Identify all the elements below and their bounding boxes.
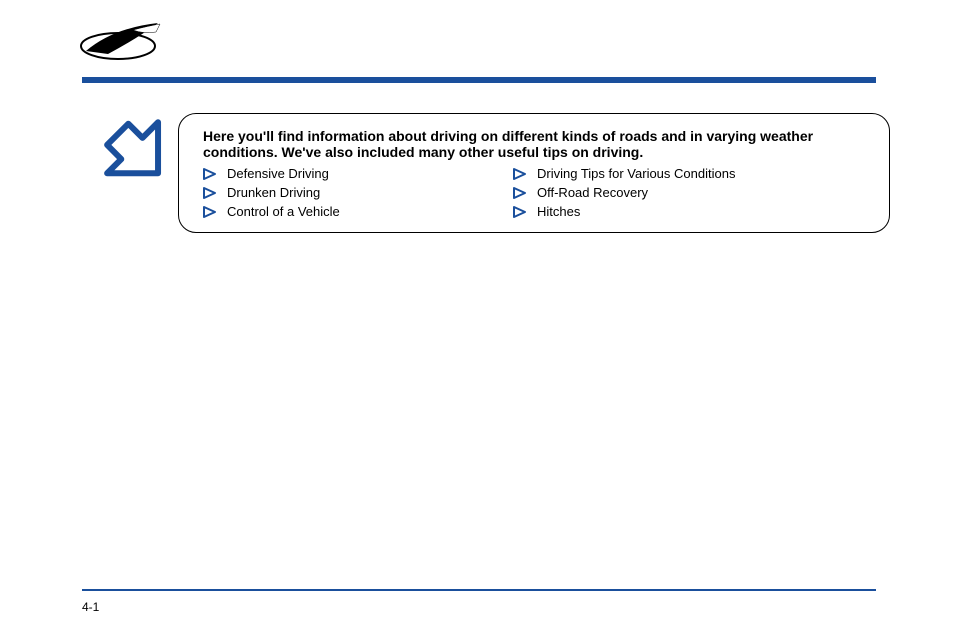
arrow-callout-icon [94,112,180,203]
list-item: Off-Road Recovery [513,185,843,200]
box-heading: Here you'll find information about drivi… [203,128,865,160]
list-item-label: Control of a Vehicle [227,204,340,219]
footer-divider [82,589,876,591]
list-item: Hitches [513,204,843,219]
bullet-icon [513,206,527,218]
brand-logo [78,18,168,71]
list-item: Driving Tips for Various Conditions [513,166,843,181]
page-number: 4-1 [82,600,99,614]
list-item: Control of a Vehicle [203,204,513,219]
list-item: Drunken Driving [203,185,513,200]
list-item-label: Defensive Driving [227,166,329,181]
topic-list-left: Defensive Driving Drunken Driving Contro… [203,166,513,219]
list-item: Defensive Driving [203,166,513,181]
list-item-label: Off-Road Recovery [537,185,648,200]
bullet-icon [513,168,527,180]
bullet-icon [203,206,217,218]
bullet-icon [203,187,217,199]
bullet-icon [513,187,527,199]
list-item-label: Drunken Driving [227,185,320,200]
list-item-label: Driving Tips for Various Conditions [537,166,735,181]
bullet-icon [203,168,217,180]
header-divider [82,77,876,83]
topic-list-right: Driving Tips for Various Conditions Off-… [513,166,843,219]
list-item-label: Hitches [537,204,580,219]
section-intro-box: Here you'll find information about drivi… [178,113,890,233]
